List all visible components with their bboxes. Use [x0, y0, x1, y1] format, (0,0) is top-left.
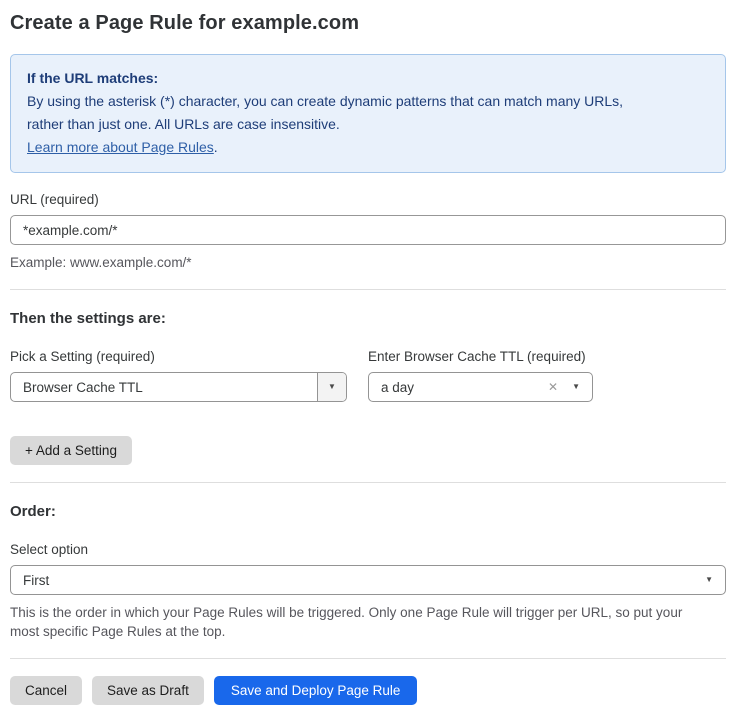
info-box-body-line-2: rather than just one. All URLs are case …: [27, 113, 709, 136]
order-helper: This is the order in which your Page Rul…: [10, 603, 726, 641]
page-title: Create a Page Rule for example.com: [10, 12, 726, 35]
divider: [10, 482, 726, 483]
ttl-select-value: a day: [381, 380, 548, 395]
order-helper-line-2: most specific Page Rules at the top.: [10, 622, 726, 641]
setting-picker-label: Pick a Setting (required): [10, 349, 347, 364]
save-as-draft-button[interactable]: Save as Draft: [92, 676, 204, 705]
url-match-info-box: If the URL matches: By using the asteris…: [10, 54, 726, 173]
url-example-helper: Example: www.example.com/*: [10, 253, 726, 272]
info-box-heading: If the URL matches:: [27, 67, 709, 90]
clear-icon[interactable]: ✕: [548, 381, 558, 393]
caret-down-icon: ▼: [572, 383, 580, 391]
info-box-body-line-1: By using the asterisk (*) character, you…: [27, 90, 709, 113]
footer-actions: Cancel Save as Draft Save and Deploy Pag…: [10, 676, 726, 705]
setting-picker-column: Pick a Setting (required) Browser Cache …: [10, 349, 347, 402]
link-suffix: .: [214, 139, 218, 155]
settings-row: Pick a Setting (required) Browser Cache …: [10, 349, 726, 402]
order-select-label: Select option: [10, 542, 726, 557]
cancel-button[interactable]: Cancel: [10, 676, 82, 705]
caret-down-icon: ▼: [705, 576, 713, 584]
url-field: URL (required) Example: www.example.com/…: [10, 192, 726, 272]
divider: [10, 289, 726, 290]
ttl-select-dropdown[interactable]: a day ✕ ▼: [368, 372, 593, 402]
settings-section-heading: Then the settings are:: [10, 310, 726, 327]
divider: [10, 658, 726, 659]
save-and-deploy-button[interactable]: Save and Deploy Page Rule: [214, 676, 418, 705]
order-helper-line-1: This is the order in which your Page Rul…: [10, 603, 726, 622]
order-section-heading: Order:: [10, 503, 726, 520]
add-setting-button[interactable]: + Add a Setting: [10, 436, 132, 465]
ttl-select-label: Enter Browser Cache TTL (required): [368, 349, 593, 364]
ttl-select-column: Enter Browser Cache TTL (required) a day…: [368, 349, 593, 402]
caret-down-icon[interactable]: ▼: [317, 373, 346, 401]
learn-more-link[interactable]: Learn more about Page Rules: [27, 139, 214, 155]
setting-picker-dropdown[interactable]: Browser Cache TTL ▼: [10, 372, 347, 402]
url-input[interactable]: [10, 215, 726, 245]
order-select-dropdown[interactable]: First ▼: [10, 565, 726, 595]
caret-down-glyph: ▼: [328, 383, 336, 391]
order-select-value: First: [23, 573, 705, 588]
url-label: URL (required): [10, 192, 726, 207]
setting-picker-value: Browser Cache TTL: [11, 380, 317, 395]
